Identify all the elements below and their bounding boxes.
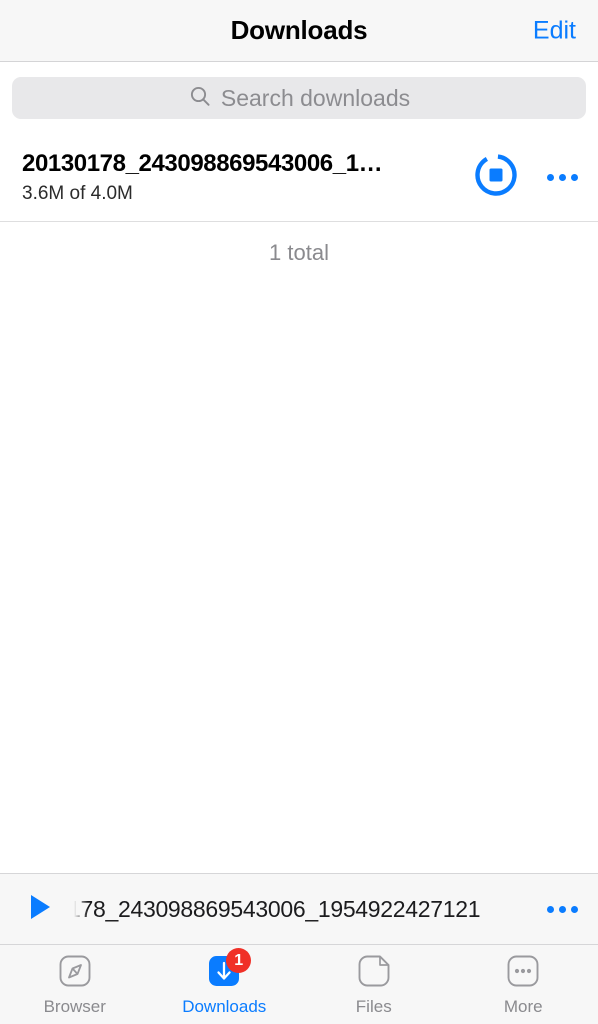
stop-icon[interactable] — [473, 152, 519, 203]
ellipsis-icon — [500, 951, 546, 993]
download-actions — [457, 152, 580, 203]
file-icon — [351, 951, 397, 993]
mini-player-track-title: 178_243098869543006_1954922427121 — [74, 895, 481, 922]
downloads-screen: Downloads Edit Search downloads 20130178… — [0, 0, 598, 1024]
play-icon[interactable] — [22, 890, 56, 929]
page-title: Downloads — [230, 15, 368, 45]
empty-list-area — [0, 284, 598, 873]
ellipsis-dot — [547, 174, 554, 181]
download-info: 20130178_243098869543006_1… 3.6M of 4.0M — [22, 150, 457, 205]
search-bar-container: Search downloads — [0, 62, 598, 134]
tab-label-browser: Browser — [43, 997, 106, 1016]
search-icon — [188, 84, 212, 113]
tab-browser[interactable]: Browser — [0, 951, 150, 1017]
tab-downloads[interactable]: 1 Downloads — [150, 948, 300, 1017]
compass-icon — [52, 951, 98, 993]
tab-bar: Browser 1 Downloads Files More — [0, 945, 598, 1024]
mini-player-bar: 178_243098869543006_1954922427121 — [0, 873, 598, 945]
tab-files[interactable]: Files — [299, 951, 449, 1017]
search-placeholder: Search downloads — [220, 84, 411, 111]
download-progress-text: 3.6M of 4.0M — [22, 183, 133, 204]
tab-label-more: More — [503, 997, 543, 1016]
downloads-badge: 1 — [226, 948, 252, 973]
ellipsis-dot — [571, 905, 578, 913]
tab-label-downloads: Downloads — [182, 997, 267, 1016]
download-icon: 1 — [201, 948, 252, 993]
total-count-bar: 1 total — [0, 222, 598, 284]
mini-player-title-marquee: 178_243098869543006_1954922427121 — [74, 892, 527, 926]
ellipsis-dot — [559, 905, 566, 913]
tab-label-files: Files — [355, 997, 392, 1016]
ellipsis-dot — [547, 905, 554, 913]
navigation-bar: Downloads Edit — [0, 0, 598, 62]
mini-player-more-button[interactable] — [545, 898, 580, 921]
total-count-label: 1 total — [269, 240, 329, 265]
download-filename: 20130178_243098869543006_1… — [22, 150, 383, 177]
search-input[interactable]: Search downloads — [12, 77, 586, 119]
ellipsis-dot — [571, 174, 578, 181]
download-list-item[interactable]: 20130178_243098869543006_1… 3.6M of 4.0M — [0, 134, 598, 222]
tab-more[interactable]: More — [449, 951, 598, 1017]
ellipsis-dot — [559, 174, 566, 181]
download-more-button[interactable] — [545, 166, 580, 189]
edit-button[interactable]: Edit — [533, 16, 576, 45]
